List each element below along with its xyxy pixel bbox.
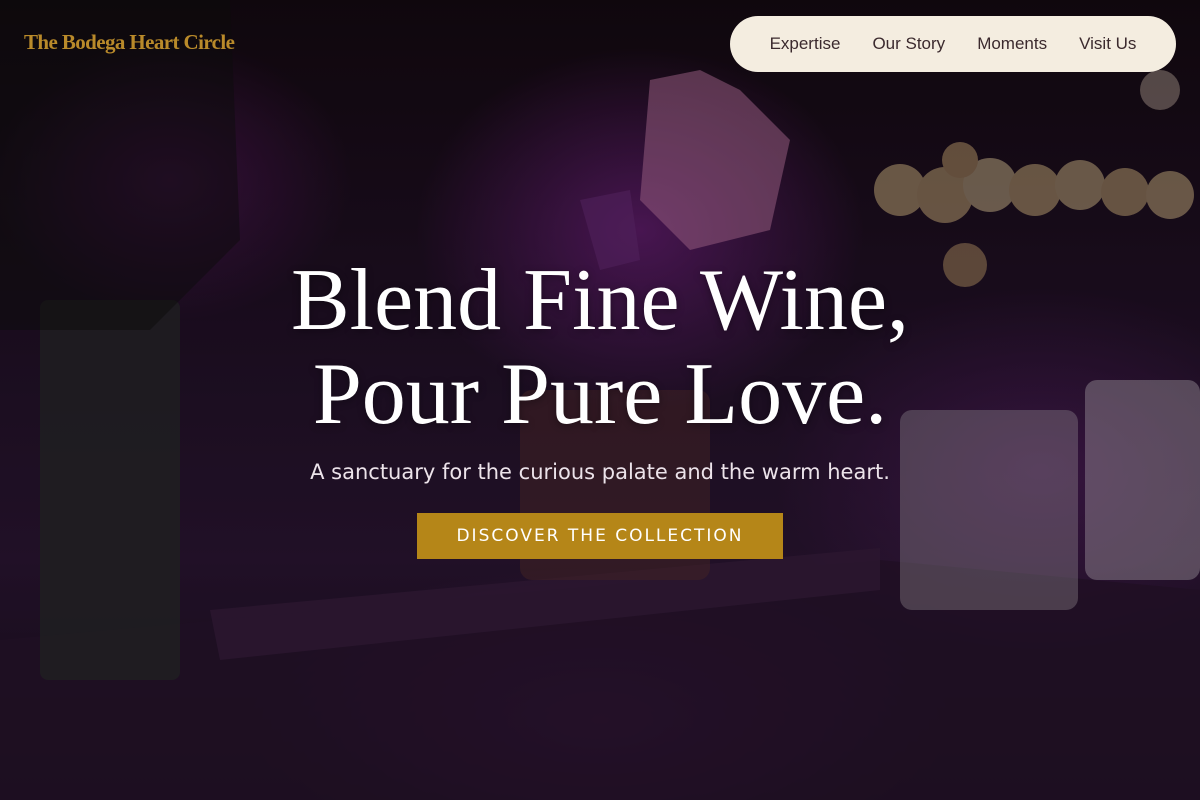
hero-subtitle: A sanctuary for the curious palate and t… — [310, 460, 890, 484]
hero-headline: Blend Fine Wine, Pour Pure Love. — [0, 254, 1200, 442]
nav-link-expertise[interactable]: Expertise — [770, 34, 841, 54]
brand-logo[interactable]: The Bodega Heart Circle — [24, 30, 235, 55]
top-navigation: Expertise Our Story Moments Visit Us — [730, 16, 1176, 72]
hero-headline-line-2: Pour Pure Love. — [312, 346, 888, 443]
nav-link-visit-us[interactable]: Visit Us — [1079, 34, 1136, 54]
nav-link-moments[interactable]: Moments — [977, 34, 1047, 54]
hero-headline-line-1: Blend Fine Wine, — [290, 252, 910, 349]
discover-collection-button[interactable]: DISCOVER THE COLLECTION — [417, 513, 783, 559]
nav-link-our-story[interactable]: Our Story — [872, 34, 945, 54]
